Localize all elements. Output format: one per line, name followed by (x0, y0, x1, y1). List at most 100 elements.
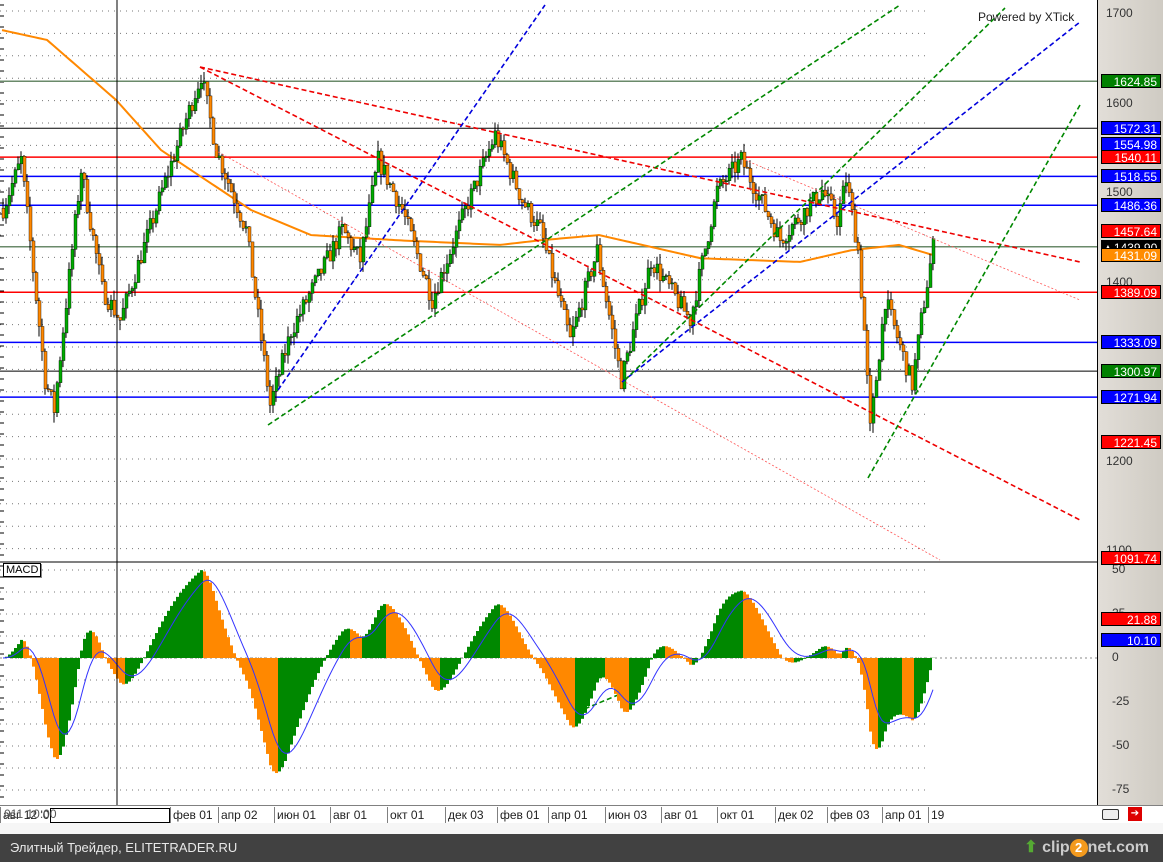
candle (515, 171, 518, 189)
price-level-label: 1624.85 (1101, 74, 1161, 88)
macd-bar (245, 658, 248, 681)
clip2net-logo[interactable]: ⬆ clip2net.com (1024, 834, 1149, 862)
macd-bar (86, 633, 89, 658)
price-tick-label: 1200 (1106, 454, 1133, 468)
candle (722, 179, 725, 181)
candle (710, 227, 713, 242)
macd-bar (374, 617, 377, 658)
candle (38, 301, 41, 327)
candle (509, 162, 512, 178)
macd-bar (509, 616, 512, 658)
time-axis-label: 19 (928, 807, 944, 823)
candle (539, 220, 542, 223)
macd-bar (728, 597, 731, 658)
candle (386, 165, 389, 184)
chart-canvas[interactable] (0, 0, 1097, 805)
candle (605, 286, 608, 301)
macd-bar (275, 658, 278, 773)
time-axis-label: дек 02 (775, 807, 814, 823)
time-axis-label: фев 03 (827, 807, 870, 823)
candle (521, 200, 524, 203)
candle (452, 247, 455, 254)
candle (566, 310, 569, 325)
macd-bar (653, 653, 656, 658)
macd-bar (842, 651, 845, 658)
candle (392, 184, 395, 192)
candle (473, 181, 476, 189)
candle (236, 203, 239, 212)
candle (659, 264, 662, 281)
macd-bar (635, 658, 638, 700)
candle (650, 268, 653, 269)
candle (344, 224, 347, 233)
macd-bar (230, 645, 233, 658)
time-axis[interactable]: авг 12 '0фев 01апр 02июн 01авг 01окт 01д… (0, 805, 1163, 823)
macd-bar (320, 658, 323, 667)
macd-bar (632, 658, 635, 705)
macd-bar (290, 658, 293, 745)
candle (278, 374, 281, 376)
macd-bar (428, 658, 431, 681)
candle (434, 293, 437, 308)
macd-bar (206, 576, 209, 658)
trend-line (200, 67, 1080, 520)
candle (773, 224, 776, 237)
macd-bar (539, 658, 542, 668)
candle (437, 293, 440, 294)
price-chart[interactable]: Powered by XTick MACD (0, 0, 1097, 805)
candle (578, 308, 581, 317)
macd-bar (803, 658, 806, 659)
candle (863, 297, 866, 330)
macd-bar (362, 636, 365, 658)
candle (374, 172, 377, 185)
time-tooltip-text: 011 10:00 (4, 807, 57, 821)
candle (245, 227, 248, 228)
candle (656, 264, 659, 273)
price-axis[interactable]: -75-50-250255011001200140015001600170016… (1097, 0, 1163, 805)
macd-value-label: 21.88 (1101, 612, 1161, 626)
candle (308, 293, 311, 302)
candle (893, 310, 896, 326)
candle (752, 182, 755, 193)
candle (512, 171, 515, 179)
macd-bar (797, 658, 800, 662)
macd-bar (284, 658, 287, 761)
candle (248, 227, 251, 242)
macd-bar (182, 589, 185, 658)
candle (170, 161, 173, 176)
macd-bar (158, 627, 161, 658)
candle (635, 314, 638, 330)
macd-bar (743, 592, 746, 658)
candle (668, 276, 671, 284)
candle (323, 258, 326, 274)
candle (332, 241, 335, 261)
candle (293, 333, 296, 337)
time-tooltip (50, 808, 170, 823)
macd-bar (824, 646, 827, 658)
candle (206, 82, 209, 96)
macd-bar (896, 658, 899, 715)
link-icon[interactable] (1102, 809, 1119, 820)
candle (881, 324, 884, 360)
candle (161, 188, 164, 192)
macd-bar (467, 647, 470, 658)
macd-bar (548, 658, 551, 684)
macd-indicator-label[interactable]: MACD (3, 563, 41, 577)
macd-bar (551, 658, 554, 690)
price-level-label: 1431.09 (1101, 248, 1161, 262)
candle (77, 201, 80, 214)
candle (389, 184, 392, 185)
macd-bar (221, 620, 224, 658)
candle (101, 265, 104, 282)
macd-bar (746, 594, 749, 658)
macd-bar (854, 656, 857, 658)
candle (131, 288, 134, 291)
macd-bar (287, 658, 290, 753)
candle (74, 214, 77, 249)
macd-bar (563, 658, 566, 714)
candle (212, 118, 215, 144)
exit-icon[interactable]: ➔ (1128, 807, 1142, 821)
candle (122, 308, 125, 320)
candle (902, 345, 905, 352)
candle (491, 145, 494, 149)
